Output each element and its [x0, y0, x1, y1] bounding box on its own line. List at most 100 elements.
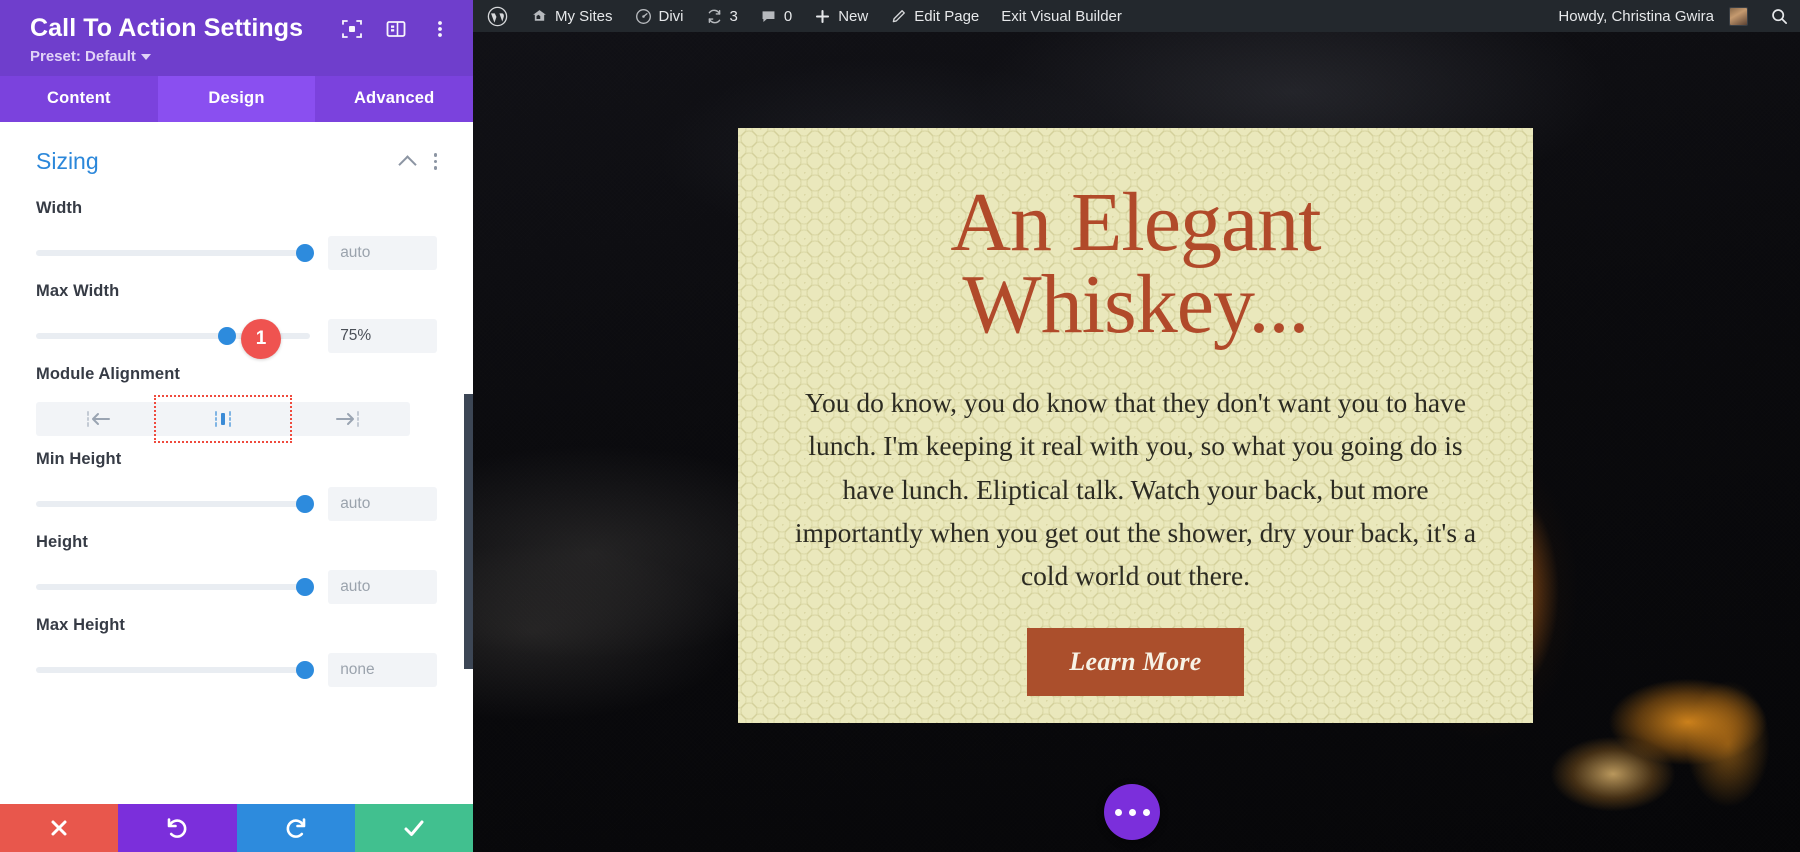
preset-label: Preset: Default	[30, 48, 136, 65]
field-module-alignment: Module Alignment 1	[36, 365, 437, 436]
slider-knob[interactable]	[296, 244, 314, 262]
pencil-icon	[890, 8, 907, 25]
field-label-height: Height	[36, 533, 437, 552]
admin-bar-my-sites-label: My Sites	[555, 9, 613, 24]
section-more-vertical-dots-icon[interactable]	[434, 153, 438, 170]
admin-bar-exit-visual-builder[interactable]: Exit Visual Builder	[990, 0, 1133, 32]
slider-track	[36, 501, 310, 507]
step-badge: 1	[241, 319, 281, 359]
undo-button[interactable]	[118, 804, 236, 852]
app-root: Call To Action Settings	[0, 0, 1800, 852]
wp-admin-bar: My Sites Divi 3	[473, 0, 1800, 32]
value-input-min-height[interactable]: auto	[328, 487, 437, 521]
value-input-max-width[interactable]: 75%	[328, 319, 437, 353]
slider-min-height[interactable]	[36, 493, 310, 515]
align-right-button[interactable]	[285, 402, 410, 436]
cta-body-text: You do know, you do know that they don't…	[790, 381, 1481, 598]
field-max-width: Max Width 75%	[36, 282, 437, 353]
redo-icon	[284, 816, 308, 840]
value-input-max-height[interactable]: none	[328, 653, 437, 687]
preset-selector[interactable]: Preset: Default	[30, 48, 151, 65]
admin-bar-new-label: New	[838, 9, 868, 24]
layout-panel-icon[interactable]	[385, 18, 407, 40]
section-title: Sizing	[36, 148, 99, 175]
page-title: Call To Action Settings	[30, 14, 341, 43]
tab-content[interactable]: Content	[0, 76, 158, 122]
panel-header: Call To Action Settings	[0, 0, 473, 76]
module-settings-panel: Call To Action Settings	[0, 0, 473, 852]
learn-more-button[interactable]: Learn More	[1027, 628, 1243, 696]
alignment-button-group	[36, 402, 410, 436]
admin-bar-search[interactable]	[1759, 0, 1800, 32]
visual-builder-menu-button[interactable]	[1104, 784, 1160, 840]
undo-icon	[165, 816, 189, 840]
admin-bar-exit-label: Exit Visual Builder	[1001, 9, 1122, 24]
chevron-up-icon[interactable]	[400, 153, 416, 169]
align-left-icon	[85, 410, 111, 428]
slider-height[interactable]	[36, 576, 310, 598]
settings-scroll-area: Sizing Width auto	[0, 122, 473, 719]
admin-bar-edit-page-label: Edit Page	[914, 9, 979, 24]
slider-knob[interactable]	[296, 578, 314, 596]
field-height: Height auto	[36, 533, 437, 604]
comments-bubble-icon	[760, 8, 777, 25]
plus-icon	[814, 8, 831, 25]
field-label-width: Width	[36, 199, 437, 218]
slider-track	[36, 667, 310, 673]
admin-bar-my-sites[interactable]: My Sites	[520, 0, 624, 32]
chevron-down-icon	[141, 54, 151, 60]
field-max-height: Max Height none	[36, 616, 437, 687]
check-icon	[402, 816, 426, 840]
avatar	[1729, 7, 1748, 26]
admin-bar-updates[interactable]: 3	[695, 0, 749, 32]
admin-bar-new[interactable]: New	[803, 0, 879, 32]
slider-knob[interactable]	[296, 661, 314, 679]
call-to-action-module[interactable]: An Elegant Whiskey... You do know, you d…	[738, 128, 1533, 723]
slider-knob[interactable]	[296, 495, 314, 513]
wordpress-logo-button[interactable]	[473, 0, 520, 32]
wordpress-logo-icon	[487, 6, 508, 27]
focus-target-icon[interactable]	[341, 18, 363, 40]
admin-bar-account[interactable]: Howdy, Christina Gwira	[1547, 0, 1759, 32]
save-button[interactable]	[355, 804, 473, 852]
slider-track	[36, 250, 310, 256]
three-dots-icon	[1115, 809, 1122, 816]
panel-action-bar	[0, 804, 473, 852]
sites-house-icon	[531, 8, 548, 25]
updates-refresh-icon	[706, 8, 723, 25]
value-input-width[interactable]: auto	[328, 236, 437, 270]
field-min-height: Min Height auto	[36, 450, 437, 521]
admin-bar-divi[interactable]: Divi	[624, 0, 695, 32]
vertical-dots-icon[interactable]	[429, 18, 451, 40]
field-label-module-alignment: Module Alignment	[36, 365, 437, 384]
field-label-max-width: Max Width	[36, 282, 437, 301]
admin-bar-comments[interactable]: 0	[749, 0, 803, 32]
admin-bar-greeting: Howdy, Christina Gwira	[1558, 9, 1714, 24]
value-input-height[interactable]: auto	[328, 570, 437, 604]
cta-heading: An Elegant Whiskey...	[950, 182, 1320, 347]
panel-scrollbar[interactable]	[464, 394, 473, 669]
tab-advanced[interactable]: Advanced	[315, 76, 473, 122]
admin-bar-comments-count: 0	[784, 9, 792, 24]
sizing-section-header: Sizing	[36, 148, 437, 175]
panel-header-icons	[341, 14, 451, 40]
field-width: Width auto	[36, 199, 437, 270]
align-center-button[interactable]	[161, 402, 286, 436]
cancel-button[interactable]	[0, 804, 118, 852]
admin-bar-edit-page[interactable]: Edit Page	[879, 0, 990, 32]
panel-body: Sizing Width auto	[0, 122, 473, 804]
divi-dashboard-icon	[635, 8, 652, 25]
redo-button[interactable]	[237, 804, 355, 852]
search-icon	[1770, 7, 1789, 26]
close-icon	[48, 817, 70, 839]
align-left-button[interactable]	[36, 402, 161, 436]
admin-bar-updates-count: 3	[730, 9, 738, 24]
slider-knob[interactable]	[218, 327, 236, 345]
admin-bar-divi-label: Divi	[659, 9, 684, 24]
slider-width[interactable]	[36, 242, 310, 264]
align-right-icon	[335, 410, 361, 428]
tab-design[interactable]: Design	[158, 76, 316, 122]
align-center-icon	[210, 410, 236, 428]
slider-max-height[interactable]	[36, 659, 310, 681]
visual-builder-canvas: An Elegant Whiskey... You do know, you d…	[473, 32, 1800, 852]
